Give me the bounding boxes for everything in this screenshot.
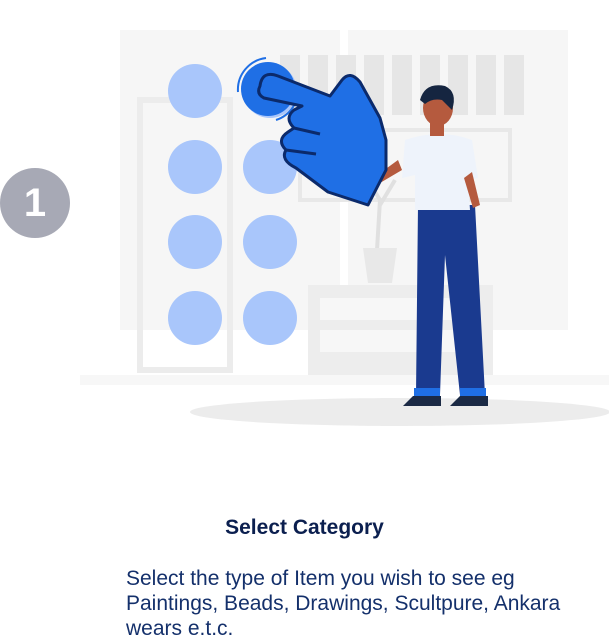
- select-category-illustration: [80, 30, 609, 426]
- step-title: Select Category: [225, 516, 384, 539]
- step-description: Select the type of Item you wish to see …: [126, 567, 561, 640]
- step-number-badge: 1: [0, 168, 70, 238]
